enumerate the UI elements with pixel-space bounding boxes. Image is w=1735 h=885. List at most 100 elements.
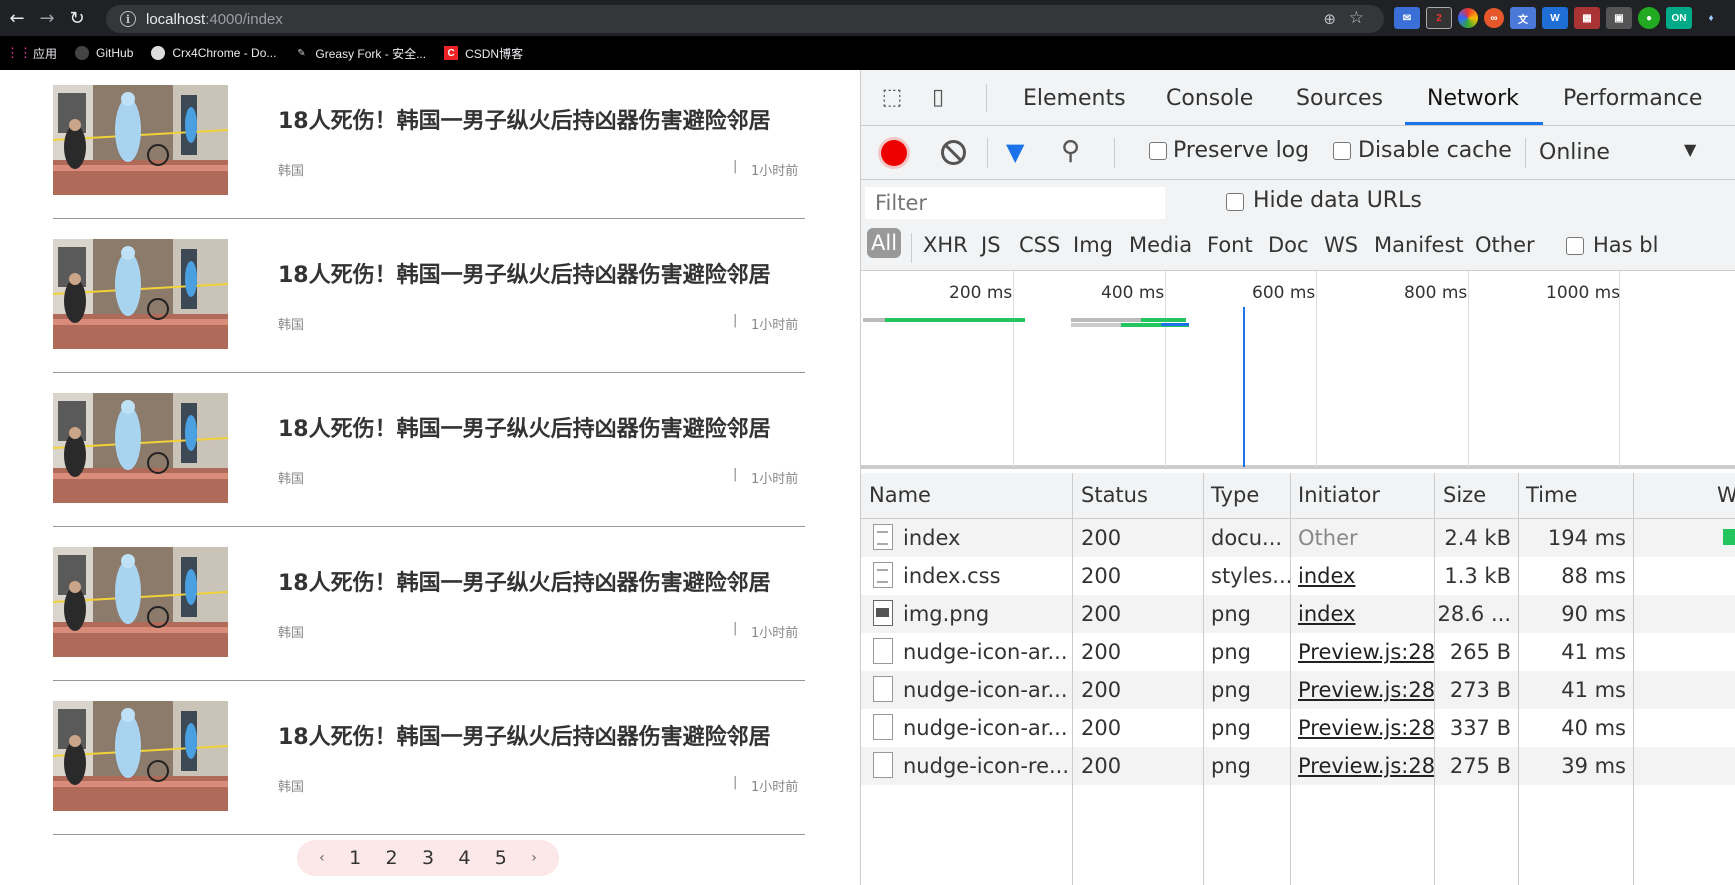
cell-name[interactable]: nudge-icon-ar... [903, 716, 1068, 740]
extension-icon[interactable]: ▦ [1574, 7, 1600, 29]
news-title[interactable]: 18人死伤！韩国一男子纵火后持凶器伤害避险邻居 [278, 719, 771, 751]
clear-icon[interactable] [941, 140, 966, 165]
type-other[interactable]: Other [1475, 233, 1535, 257]
column-initiator[interactable]: Initiator [1298, 483, 1380, 507]
tab-performance[interactable]: Performance [1563, 86, 1702, 111]
extension-icon[interactable]: ▣ [1606, 7, 1632, 29]
table-row[interactable]: nudge-icon-ar... 200 png Preview.js:28 265 B… [861, 633, 1735, 671]
cell-initiator[interactable]: Preview.js:28 [1298, 678, 1435, 702]
news-tag[interactable]: 韩国 [278, 468, 304, 487]
news-title[interactable]: 18人死伤！韩国一男子纵火后持凶器伤害避险邻居 [278, 257, 771, 289]
record-button[interactable] [881, 140, 907, 166]
news-tag[interactable]: 韩国 [278, 622, 304, 641]
type-css[interactable]: CSS [1019, 233, 1060, 257]
extension-icon[interactable]: ✉ [1394, 7, 1420, 29]
cell-name[interactable]: nudge-icon-ar... [903, 640, 1068, 664]
tab-network[interactable]: Network [1427, 86, 1519, 111]
tab-console[interactable]: Console [1166, 86, 1253, 111]
reload-icon[interactable]: ↻ [64, 5, 90, 31]
bookmark-crx4chrome[interactable]: Crx4Chrome - Do... [151, 46, 276, 60]
column-waterfall[interactable]: W [1717, 483, 1735, 507]
bookmark-apps[interactable]: ⋮⋮ 应用 [6, 45, 57, 62]
column-status[interactable]: Status [1081, 483, 1148, 507]
news-thumbnail[interactable] [53, 701, 228, 811]
cell-initiator[interactable]: Preview.js:28 [1298, 716, 1435, 740]
forward-arrow-icon[interactable]: → [34, 5, 60, 31]
type-ws[interactable]: WS [1324, 233, 1358, 257]
inspect-element-icon[interactable]: ⬚ [877, 82, 907, 112]
news-title[interactable]: 18人死伤！韩国一男子纵火后持凶器伤害避险邻居 [278, 565, 771, 597]
back-arrow-icon[interactable]: ← [4, 5, 30, 31]
news-item[interactable]: 18人死伤！韩国一男子纵火后持凶器伤害避险邻居 韩国 | 1小时前 [53, 527, 805, 681]
prev-page-button[interactable]: ‹ [319, 850, 325, 866]
news-item[interactable]: 18人死伤！韩国一男子纵火后持凶器伤害避险邻居 韩国 | 1小时前 [53, 681, 805, 835]
type-manifest[interactable]: Manifest [1374, 233, 1464, 257]
bookmark-csdn[interactable]: C CSDN博客 [444, 45, 523, 62]
table-row[interactable]: img.png 200 png index 28.6 ... 90 ms [861, 595, 1735, 633]
column-size[interactable]: Size [1443, 483, 1486, 507]
table-row[interactable]: nudge-icon-ar... 200 png Preview.js:28 337 B… [861, 709, 1735, 747]
chevron-down-icon[interactable]: ▼ [1684, 140, 1696, 159]
tab-sources[interactable]: Sources [1296, 86, 1383, 111]
cell-name[interactable]: img.png [903, 602, 989, 626]
extension-icon[interactable]: ∞ [1484, 8, 1504, 28]
page-1-button[interactable]: 1 [349, 847, 361, 869]
bookmark-github[interactable]: GitHub [75, 46, 133, 60]
extension-icon[interactable]: ON [1666, 7, 1692, 29]
zoom-icon[interactable]: ⊕ [1323, 10, 1336, 28]
news-tag[interactable]: 韩国 [278, 314, 304, 333]
extension-icon[interactable]: ● [1638, 7, 1660, 29]
table-row[interactable]: nudge-icon-re... 200 png Preview.js:28 275 B… [861, 747, 1735, 785]
extension-icon[interactable] [1458, 8, 1478, 28]
page-2-button[interactable]: 2 [386, 847, 398, 869]
news-thumbnail[interactable] [53, 393, 228, 503]
bookmark-greasyfork[interactable]: ✎ Greasy Fork - 安全... [294, 45, 426, 62]
type-doc[interactable]: Doc [1268, 233, 1309, 257]
news-title[interactable]: 18人死伤！韩国一男子纵火后持凶器伤害避险邻居 [278, 103, 771, 135]
type-font[interactable]: Font [1207, 233, 1253, 257]
extension-icon[interactable]: 2 [1426, 7, 1452, 29]
table-row[interactable]: index 200 docu... Other 2.4 kB 194 ms [861, 519, 1735, 557]
column-name[interactable]: Name [869, 483, 931, 507]
cell-name[interactable]: index.css [903, 564, 1001, 588]
cell-name[interactable]: nudge-icon-re... [903, 754, 1069, 778]
url-text[interactable]: localhost:4000/index [146, 11, 283, 28]
type-media[interactable]: Media [1129, 233, 1192, 257]
tab-elements[interactable]: Elements [1023, 86, 1126, 111]
column-type[interactable]: Type [1211, 483, 1259, 507]
device-toolbar-icon[interactable]: ▯ [923, 82, 953, 112]
next-page-button[interactable]: › [531, 850, 537, 866]
news-title[interactable]: 18人死伤！韩国一男子纵火后持凶器伤害避险邻居 [278, 411, 771, 443]
news-thumbnail[interactable] [53, 239, 228, 349]
extension-icon[interactable]: W [1542, 7, 1568, 29]
table-row[interactable]: nudge-icon-ar... 200 png Preview.js:28 273 B… [861, 671, 1735, 709]
cell-initiator[interactable]: Preview.js:28 [1298, 640, 1435, 664]
page-3-button[interactable]: 3 [422, 847, 434, 869]
news-tag[interactable]: 韩国 [278, 776, 304, 795]
type-img[interactable]: Img [1073, 233, 1113, 257]
translate-icon[interactable]: 文 [1510, 7, 1536, 29]
news-item[interactable]: 18人死伤！韩国一男子纵火后持凶器伤害避险邻居 韩国 | 1小时前 [53, 219, 805, 373]
address-bar[interactable]: i localhost:4000/index ⊕ ☆ [106, 5, 1384, 33]
has-blocked-checkbox[interactable] [1566, 237, 1584, 255]
news-item[interactable]: 18人死伤！韩国一男子纵火后持凶器伤害避险邻居 韩国 | 1小时前 [53, 373, 805, 527]
page-4-button[interactable]: 4 [458, 847, 470, 869]
news-thumbnail[interactable] [53, 85, 228, 195]
extension-icon[interactable]: ♦ [1698, 7, 1724, 29]
cell-name[interactable]: index [903, 526, 960, 550]
table-row[interactable]: index.css 200 styles... index 1.3 kB 88 ms [861, 557, 1735, 595]
throttling-select[interactable]: Online [1539, 140, 1610, 165]
bookmark-star-icon[interactable]: ☆ [1349, 8, 1364, 28]
type-all[interactable]: All [867, 228, 902, 258]
cell-initiator[interactable]: index [1298, 602, 1355, 626]
column-time[interactable]: Time [1526, 483, 1577, 507]
news-item[interactable]: 18人死伤！韩国一男子纵火后持凶器伤害避险邻居 韩国 | 1小时前 [53, 65, 805, 219]
type-xhr[interactable]: XHR [923, 233, 968, 257]
filter-input[interactable] [865, 187, 1165, 219]
page-5-button[interactable]: 5 [495, 847, 507, 869]
cell-initiator[interactable]: index [1298, 564, 1355, 588]
type-js[interactable]: JS [981, 233, 1001, 257]
preserve-log-checkbox[interactable] [1149, 142, 1167, 160]
info-icon[interactable]: i [120, 11, 136, 27]
disable-cache-checkbox[interactable] [1333, 142, 1351, 160]
